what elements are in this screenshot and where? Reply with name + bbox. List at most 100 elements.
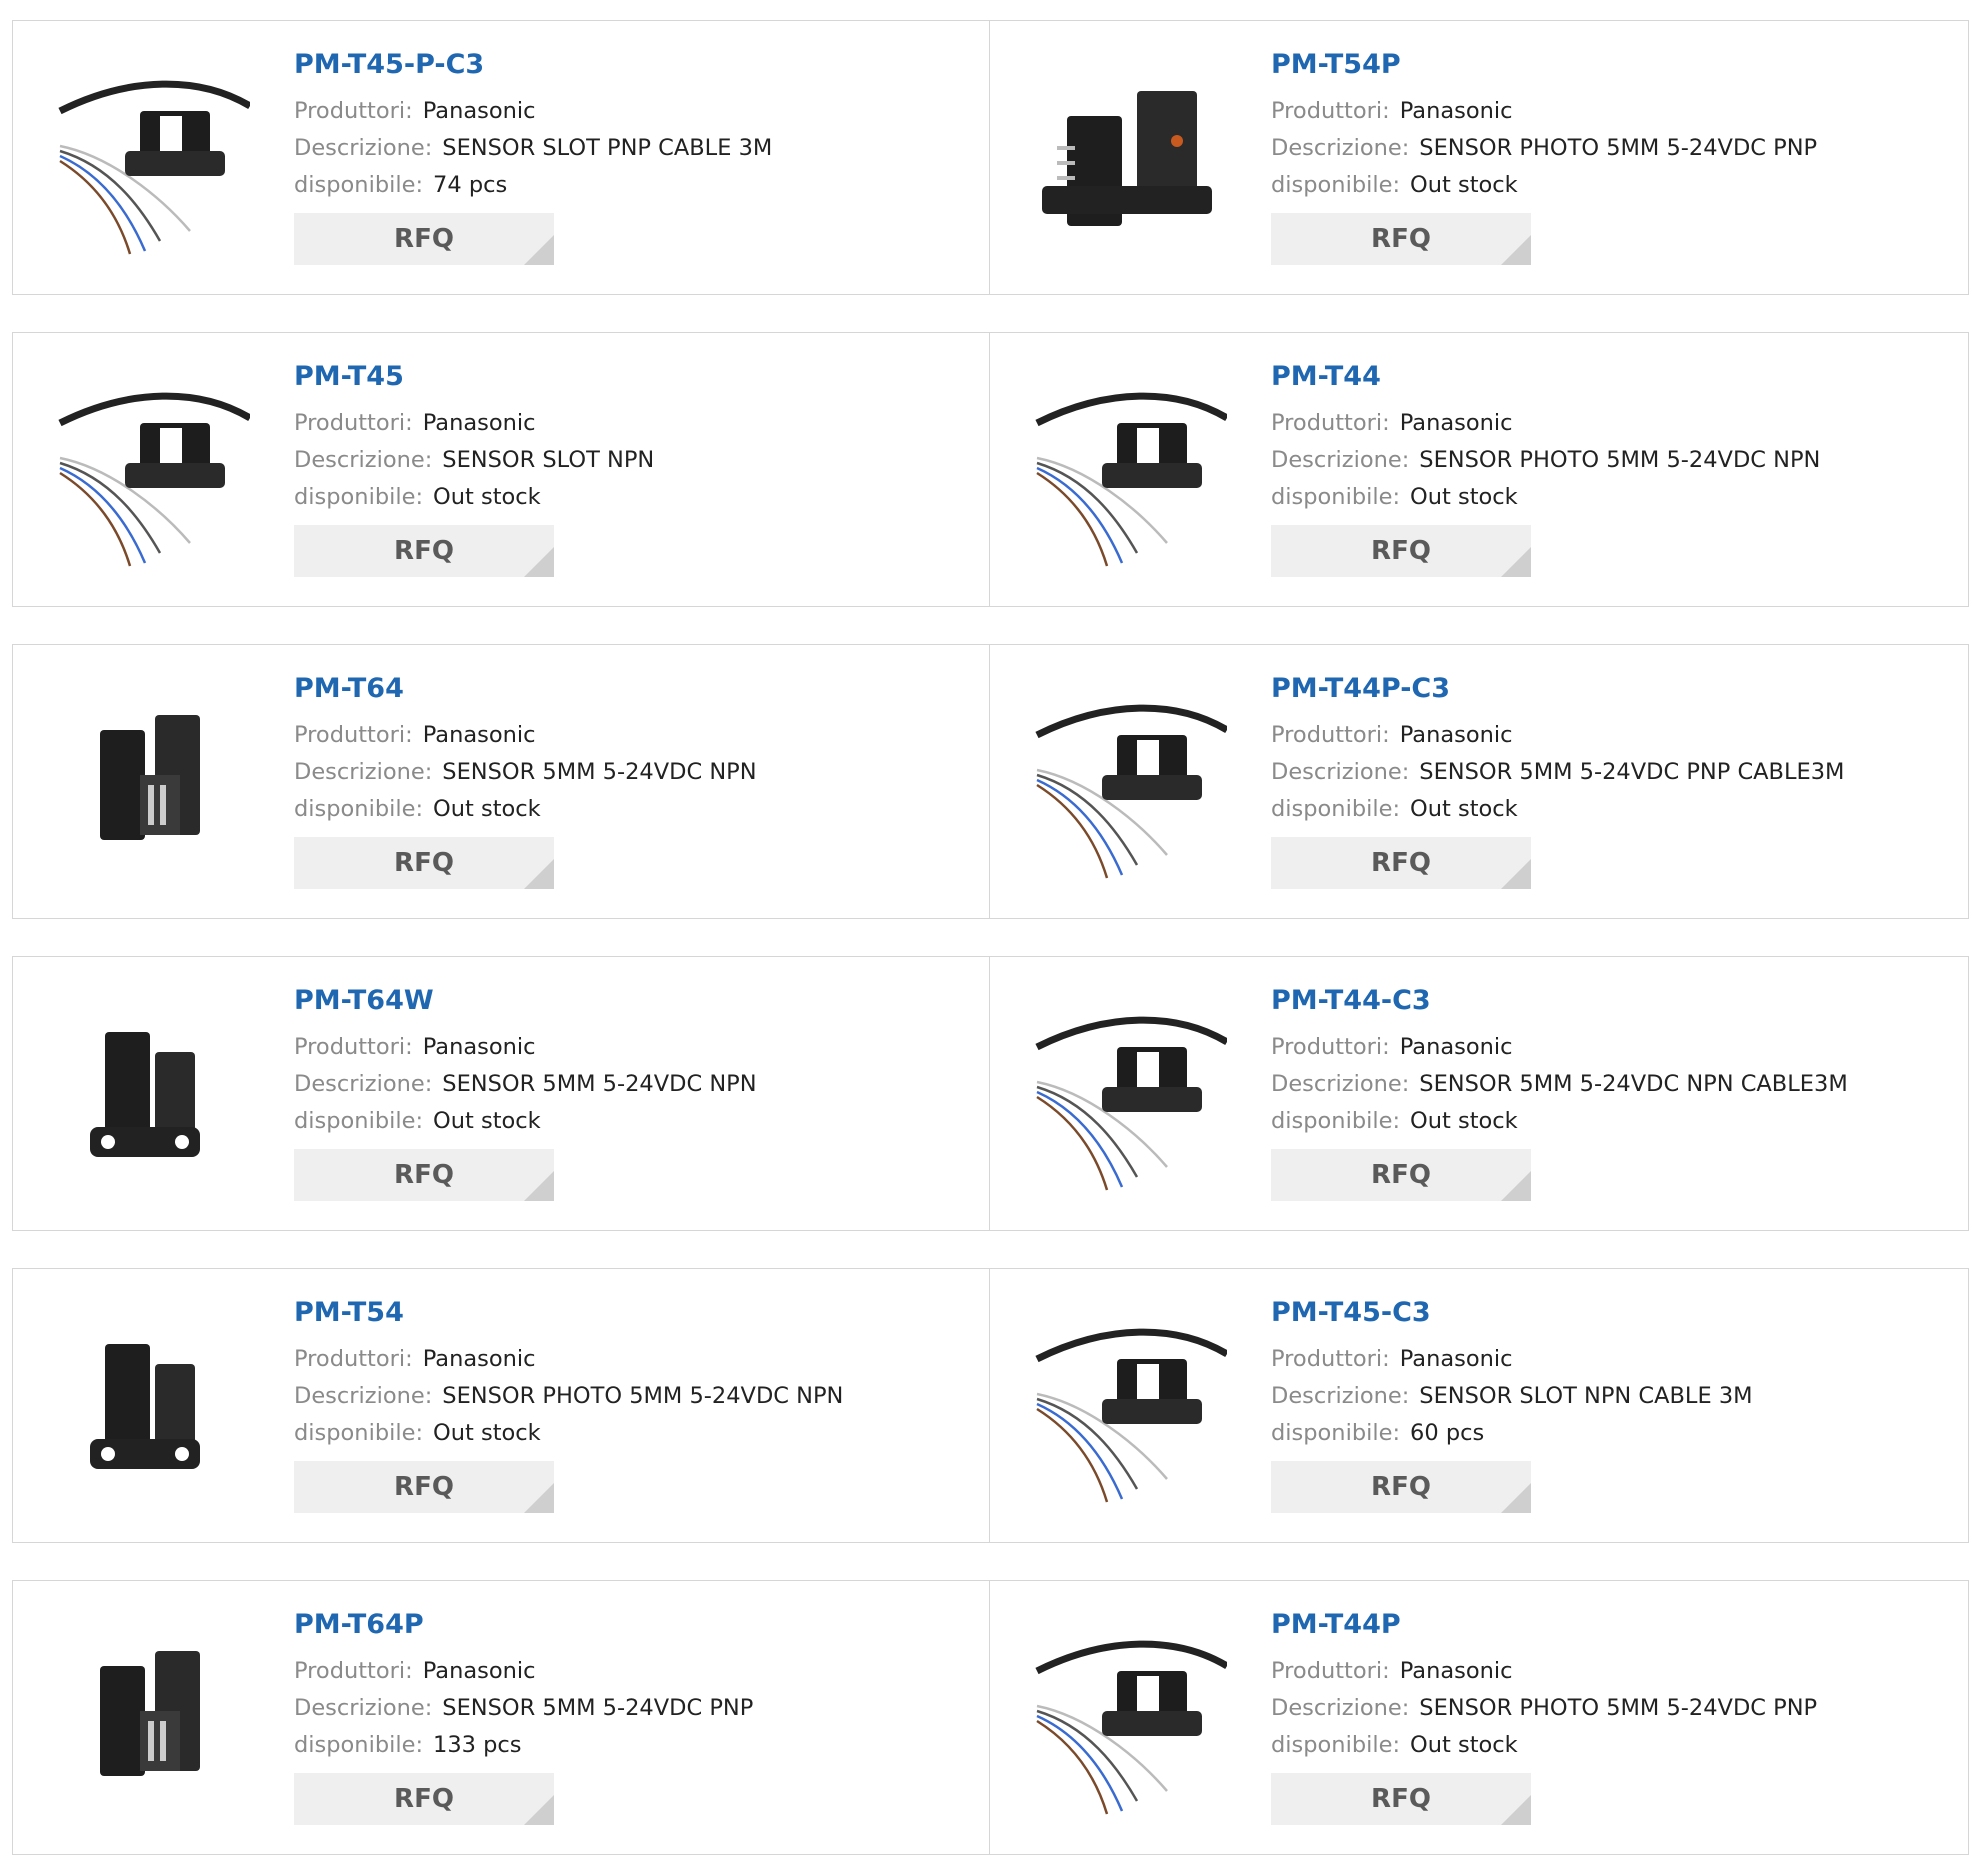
product-name-link[interactable]: PM-T44P bbox=[1271, 1609, 1956, 1643]
availability-label: disponibile: bbox=[1271, 1420, 1401, 1446]
availability-value: Out stock bbox=[1410, 1732, 1518, 1758]
product-name-link[interactable]: PM-T45-P-C3 bbox=[294, 49, 977, 83]
manufacturer-row: Produttori: Panasonic bbox=[1271, 1341, 1956, 1378]
product-name-link[interactable]: PM-T54 bbox=[294, 1297, 977, 1331]
product-name-link[interactable]: PM-T44-C3 bbox=[1271, 985, 1956, 1019]
availability-value: Out stock bbox=[1410, 1108, 1518, 1134]
description-row: Descrizione: SENSOR 5MM 5-24VDC NPN CABLE… bbox=[1271, 1066, 1956, 1103]
availability-value: 74 pcs bbox=[433, 172, 508, 198]
rfq-button[interactable]: RFQ bbox=[294, 213, 554, 265]
availability-label: disponibile: bbox=[1271, 484, 1401, 510]
description-label: Descrizione: bbox=[1271, 1383, 1410, 1409]
manufacturer-row: Produttori: Panasonic bbox=[1271, 1653, 1956, 1690]
description-value: SENSOR PHOTO 5MM 5-24VDC PNP bbox=[1419, 1695, 1818, 1721]
manufacturer-value: Panasonic bbox=[422, 1034, 536, 1060]
description-label: Descrizione: bbox=[294, 447, 433, 473]
availability-value: Out stock bbox=[1410, 796, 1518, 822]
product-image[interactable] bbox=[50, 56, 250, 256]
manufacturer-row: Produttori: Panasonic bbox=[1271, 93, 1956, 130]
product-image[interactable] bbox=[50, 1616, 250, 1816]
rfq-label: RFQ bbox=[1371, 536, 1431, 566]
product-info: PM-T44 Produttori: Panasonic Descrizione:… bbox=[1271, 361, 1956, 577]
availability-label: disponibile: bbox=[294, 1108, 424, 1134]
product-card-pm-t44-c3: PM-T44-C3 Produttori: Panasonic Descrizio… bbox=[990, 956, 1969, 1231]
product-info: PM-T64 Produttori: Panasonic Descrizione:… bbox=[294, 673, 977, 889]
product-image[interactable] bbox=[50, 680, 250, 880]
product-name-link[interactable]: PM-T44 bbox=[1271, 361, 1956, 395]
rfq-label: RFQ bbox=[1371, 1160, 1431, 1190]
manufacturer-value: Panasonic bbox=[422, 1658, 536, 1684]
description-label: Descrizione: bbox=[294, 1071, 433, 1097]
availability-row: disponibile: Out stock bbox=[1271, 1103, 1956, 1140]
manufacturer-value: Panasonic bbox=[1399, 1658, 1513, 1684]
rfq-button[interactable]: RFQ bbox=[294, 525, 554, 577]
availability-value: Out stock bbox=[433, 796, 541, 822]
manufacturer-row: Produttori: Panasonic bbox=[294, 1341, 977, 1378]
product-image[interactable] bbox=[1027, 368, 1227, 568]
rfq-button[interactable]: RFQ bbox=[1271, 1773, 1531, 1825]
rfq-button[interactable]: RFQ bbox=[1271, 1461, 1531, 1513]
manufacturer-row: Produttori: Panasonic bbox=[1271, 1029, 1956, 1066]
product-image[interactable] bbox=[1027, 992, 1227, 1192]
product-card-pm-t64: PM-T64 Produttori: Panasonic Descrizione:… bbox=[12, 644, 990, 919]
rfq-button[interactable]: RFQ bbox=[1271, 525, 1531, 577]
rfq-button[interactable]: RFQ bbox=[1271, 837, 1531, 889]
availability-label: disponibile: bbox=[294, 172, 424, 198]
rfq-label: RFQ bbox=[394, 1160, 454, 1190]
description-value: SENSOR 5MM 5-24VDC NPN bbox=[442, 1071, 757, 1097]
product-name-link[interactable]: PM-T64W bbox=[294, 985, 977, 1019]
corner-triangle-icon bbox=[1501, 1483, 1531, 1513]
manufacturer-row: Produttori: Panasonic bbox=[294, 717, 977, 754]
rfq-button[interactable]: RFQ bbox=[294, 837, 554, 889]
product-name-link[interactable]: PM-T64 bbox=[294, 673, 977, 707]
product-image[interactable] bbox=[50, 1304, 250, 1504]
product-image[interactable] bbox=[1027, 1304, 1227, 1504]
product-image[interactable] bbox=[50, 992, 250, 1192]
product-image[interactable] bbox=[50, 368, 250, 568]
product-name-link[interactable]: PM-T54P bbox=[1271, 49, 1956, 83]
product-image[interactable] bbox=[1027, 1616, 1227, 1816]
product-name-link[interactable]: PM-T45-C3 bbox=[1271, 1297, 1956, 1331]
product-image[interactable] bbox=[1027, 680, 1227, 880]
availability-row: disponibile: Out stock bbox=[294, 479, 977, 516]
product-name-link[interactable]: PM-T64P bbox=[294, 1609, 977, 1643]
slot-sensor-connector-icon bbox=[100, 715, 200, 840]
corner-triangle-icon bbox=[1501, 1795, 1531, 1825]
product-name-link[interactable]: PM-T45 bbox=[294, 361, 977, 395]
manufacturer-value: Panasonic bbox=[1399, 722, 1513, 748]
rfq-button[interactable]: RFQ bbox=[294, 1149, 554, 1201]
manufacturer-value: Panasonic bbox=[1399, 98, 1513, 124]
manufacturer-value: Panasonic bbox=[422, 722, 536, 748]
description-value: SENSOR SLOT NPN bbox=[442, 447, 655, 473]
availability-row: disponibile: Out stock bbox=[294, 791, 977, 828]
manufacturer-label: Produttori: bbox=[1271, 410, 1390, 436]
slot-sensor-with-cable-icon bbox=[58, 80, 250, 255]
description-value: SENSOR 5MM 5-24VDC NPN bbox=[442, 759, 757, 785]
product-info: PM-T64P Produttori: Panasonic Descrizione… bbox=[294, 1609, 977, 1825]
description-row: Descrizione: SENSOR PHOTO 5MM 5-24VDC PNP bbox=[1271, 1690, 1956, 1727]
rfq-button[interactable]: RFQ bbox=[1271, 213, 1531, 265]
product-image[interactable] bbox=[1027, 56, 1227, 256]
manufacturer-label: Produttori: bbox=[294, 722, 413, 748]
rfq-button[interactable]: RFQ bbox=[1271, 1149, 1531, 1201]
rfq-button[interactable]: RFQ bbox=[294, 1773, 554, 1825]
description-label: Descrizione: bbox=[294, 135, 433, 161]
product-info: PM-T44P Produttori: Panasonic Descrizione… bbox=[1271, 1609, 1956, 1825]
corner-triangle-icon bbox=[524, 1483, 554, 1513]
rfq-button[interactable]: RFQ bbox=[294, 1461, 554, 1513]
slot-sensor-with-cable-icon bbox=[1035, 392, 1227, 567]
product-name-link[interactable]: PM-T44P-C3 bbox=[1271, 673, 1956, 707]
manufacturer-label: Produttori: bbox=[1271, 722, 1390, 748]
availability-label: disponibile: bbox=[1271, 1732, 1401, 1758]
corner-triangle-icon bbox=[1501, 859, 1531, 889]
manufacturer-value: Panasonic bbox=[422, 410, 536, 436]
manufacturer-label: Produttori: bbox=[294, 410, 413, 436]
availability-value: 60 pcs bbox=[1410, 1420, 1485, 1446]
slot-sensor-with-cable-icon bbox=[1035, 704, 1227, 879]
slot-sensor-flange-icon bbox=[90, 1032, 200, 1157]
description-row: Descrizione: SENSOR PHOTO 5MM 5-24VDC NPN bbox=[1271, 442, 1956, 479]
description-label: Descrizione: bbox=[1271, 447, 1410, 473]
description-row: Descrizione: SENSOR PHOTO 5MM 5-24VDC PNP bbox=[1271, 130, 1956, 167]
rfq-label: RFQ bbox=[1371, 1784, 1431, 1814]
description-value: SENSOR SLOT NPN CABLE 3M bbox=[1419, 1383, 1753, 1409]
